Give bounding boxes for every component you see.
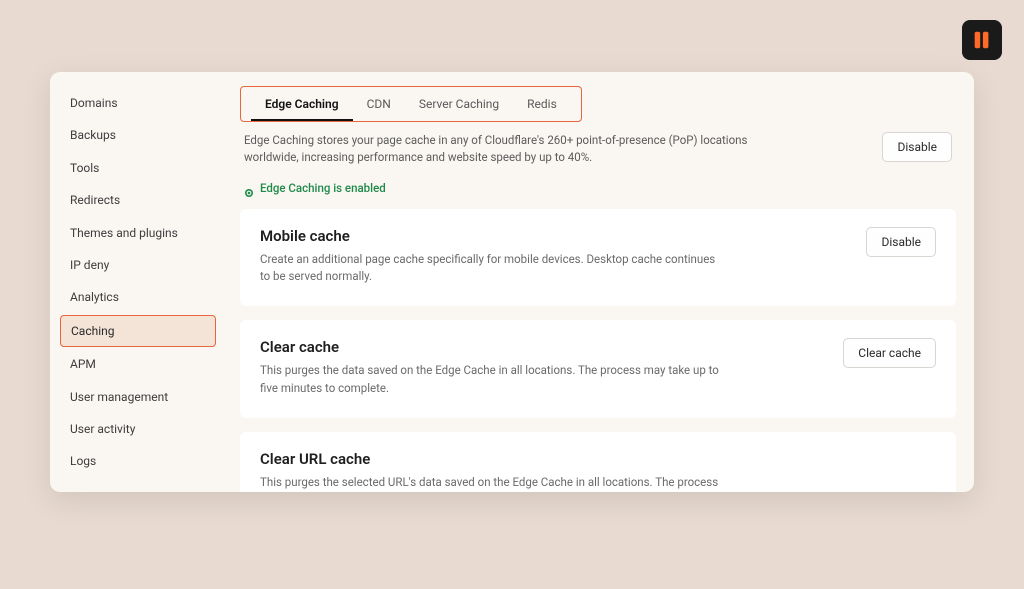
settings-panel: Domains Backups Tools Redirects Themes a… <box>50 72 974 492</box>
card-title: Clear URL cache <box>260 450 720 468</box>
sidebar-item-themes-plugins[interactable]: Themes and plugins <box>60 218 216 248</box>
intro-description: Edge Caching stores your page cache in a… <box>244 132 764 167</box>
card-body: Clear cache This purges the data saved o… <box>260 338 720 398</box>
status-enabled-icon <box>244 183 254 193</box>
card-description: This purges the selected URL's data save… <box>260 474 720 492</box>
card-body: Clear URL cache This purges the selected… <box>260 450 720 492</box>
card-description: Create an additional page cache specific… <box>260 251 720 287</box>
sidebar-item-analytics[interactable]: Analytics <box>60 282 216 312</box>
intro-section: Edge Caching stores your page cache in a… <box>240 132 956 173</box>
sidebar-item-apm[interactable]: APM <box>60 349 216 379</box>
sidebar-item-user-activity[interactable]: User activity <box>60 414 216 444</box>
sidebar-item-ip-deny[interactable]: IP deny <box>60 250 216 280</box>
card-clear-cache: Clear cache This purges the data saved o… <box>240 320 956 418</box>
sidebar-item-domains[interactable]: Domains <box>60 88 216 118</box>
card-mobile-cache: Mobile cache Create an additional page c… <box>240 209 956 307</box>
main-content: Edge Caching CDN Server Caching Redis Ed… <box>226 72 974 492</box>
tab-cdn[interactable]: CDN <box>353 87 405 121</box>
disable-mobile-cache-button[interactable]: Disable <box>866 227 936 257</box>
card-title: Clear cache <box>260 338 720 356</box>
tab-server-caching[interactable]: Server Caching <box>405 87 513 121</box>
status-row: Edge Caching is enabled <box>240 181 956 195</box>
card-clear-url-cache: Clear URL cache This purges the selected… <box>240 432 956 492</box>
tabs: Edge Caching CDN Server Caching Redis <box>240 86 582 122</box>
sidebar-item-redirects[interactable]: Redirects <box>60 185 216 215</box>
tab-redis[interactable]: Redis <box>513 87 571 121</box>
sidebar-item-logs[interactable]: Logs <box>60 446 216 476</box>
card-description: This purges the data saved on the Edge C… <box>260 362 720 398</box>
status-text: Edge Caching is enabled <box>260 181 386 195</box>
brand-logo <box>962 20 1002 60</box>
card-body: Mobile cache Create an additional page c… <box>260 227 720 287</box>
sidebar: Domains Backups Tools Redirects Themes a… <box>50 72 226 492</box>
tab-edge-caching[interactable]: Edge Caching <box>251 87 353 121</box>
sidebar-item-tools[interactable]: Tools <box>60 153 216 183</box>
clear-cache-button[interactable]: Clear cache <box>843 338 936 368</box>
sidebar-item-backups[interactable]: Backups <box>60 120 216 150</box>
card-title: Mobile cache <box>260 227 720 245</box>
sidebar-item-user-management[interactable]: User management <box>60 382 216 412</box>
disable-edge-caching-button[interactable]: Disable <box>882 132 952 162</box>
brand-icon <box>971 29 993 51</box>
sidebar-item-caching[interactable]: Caching <box>60 315 216 347</box>
